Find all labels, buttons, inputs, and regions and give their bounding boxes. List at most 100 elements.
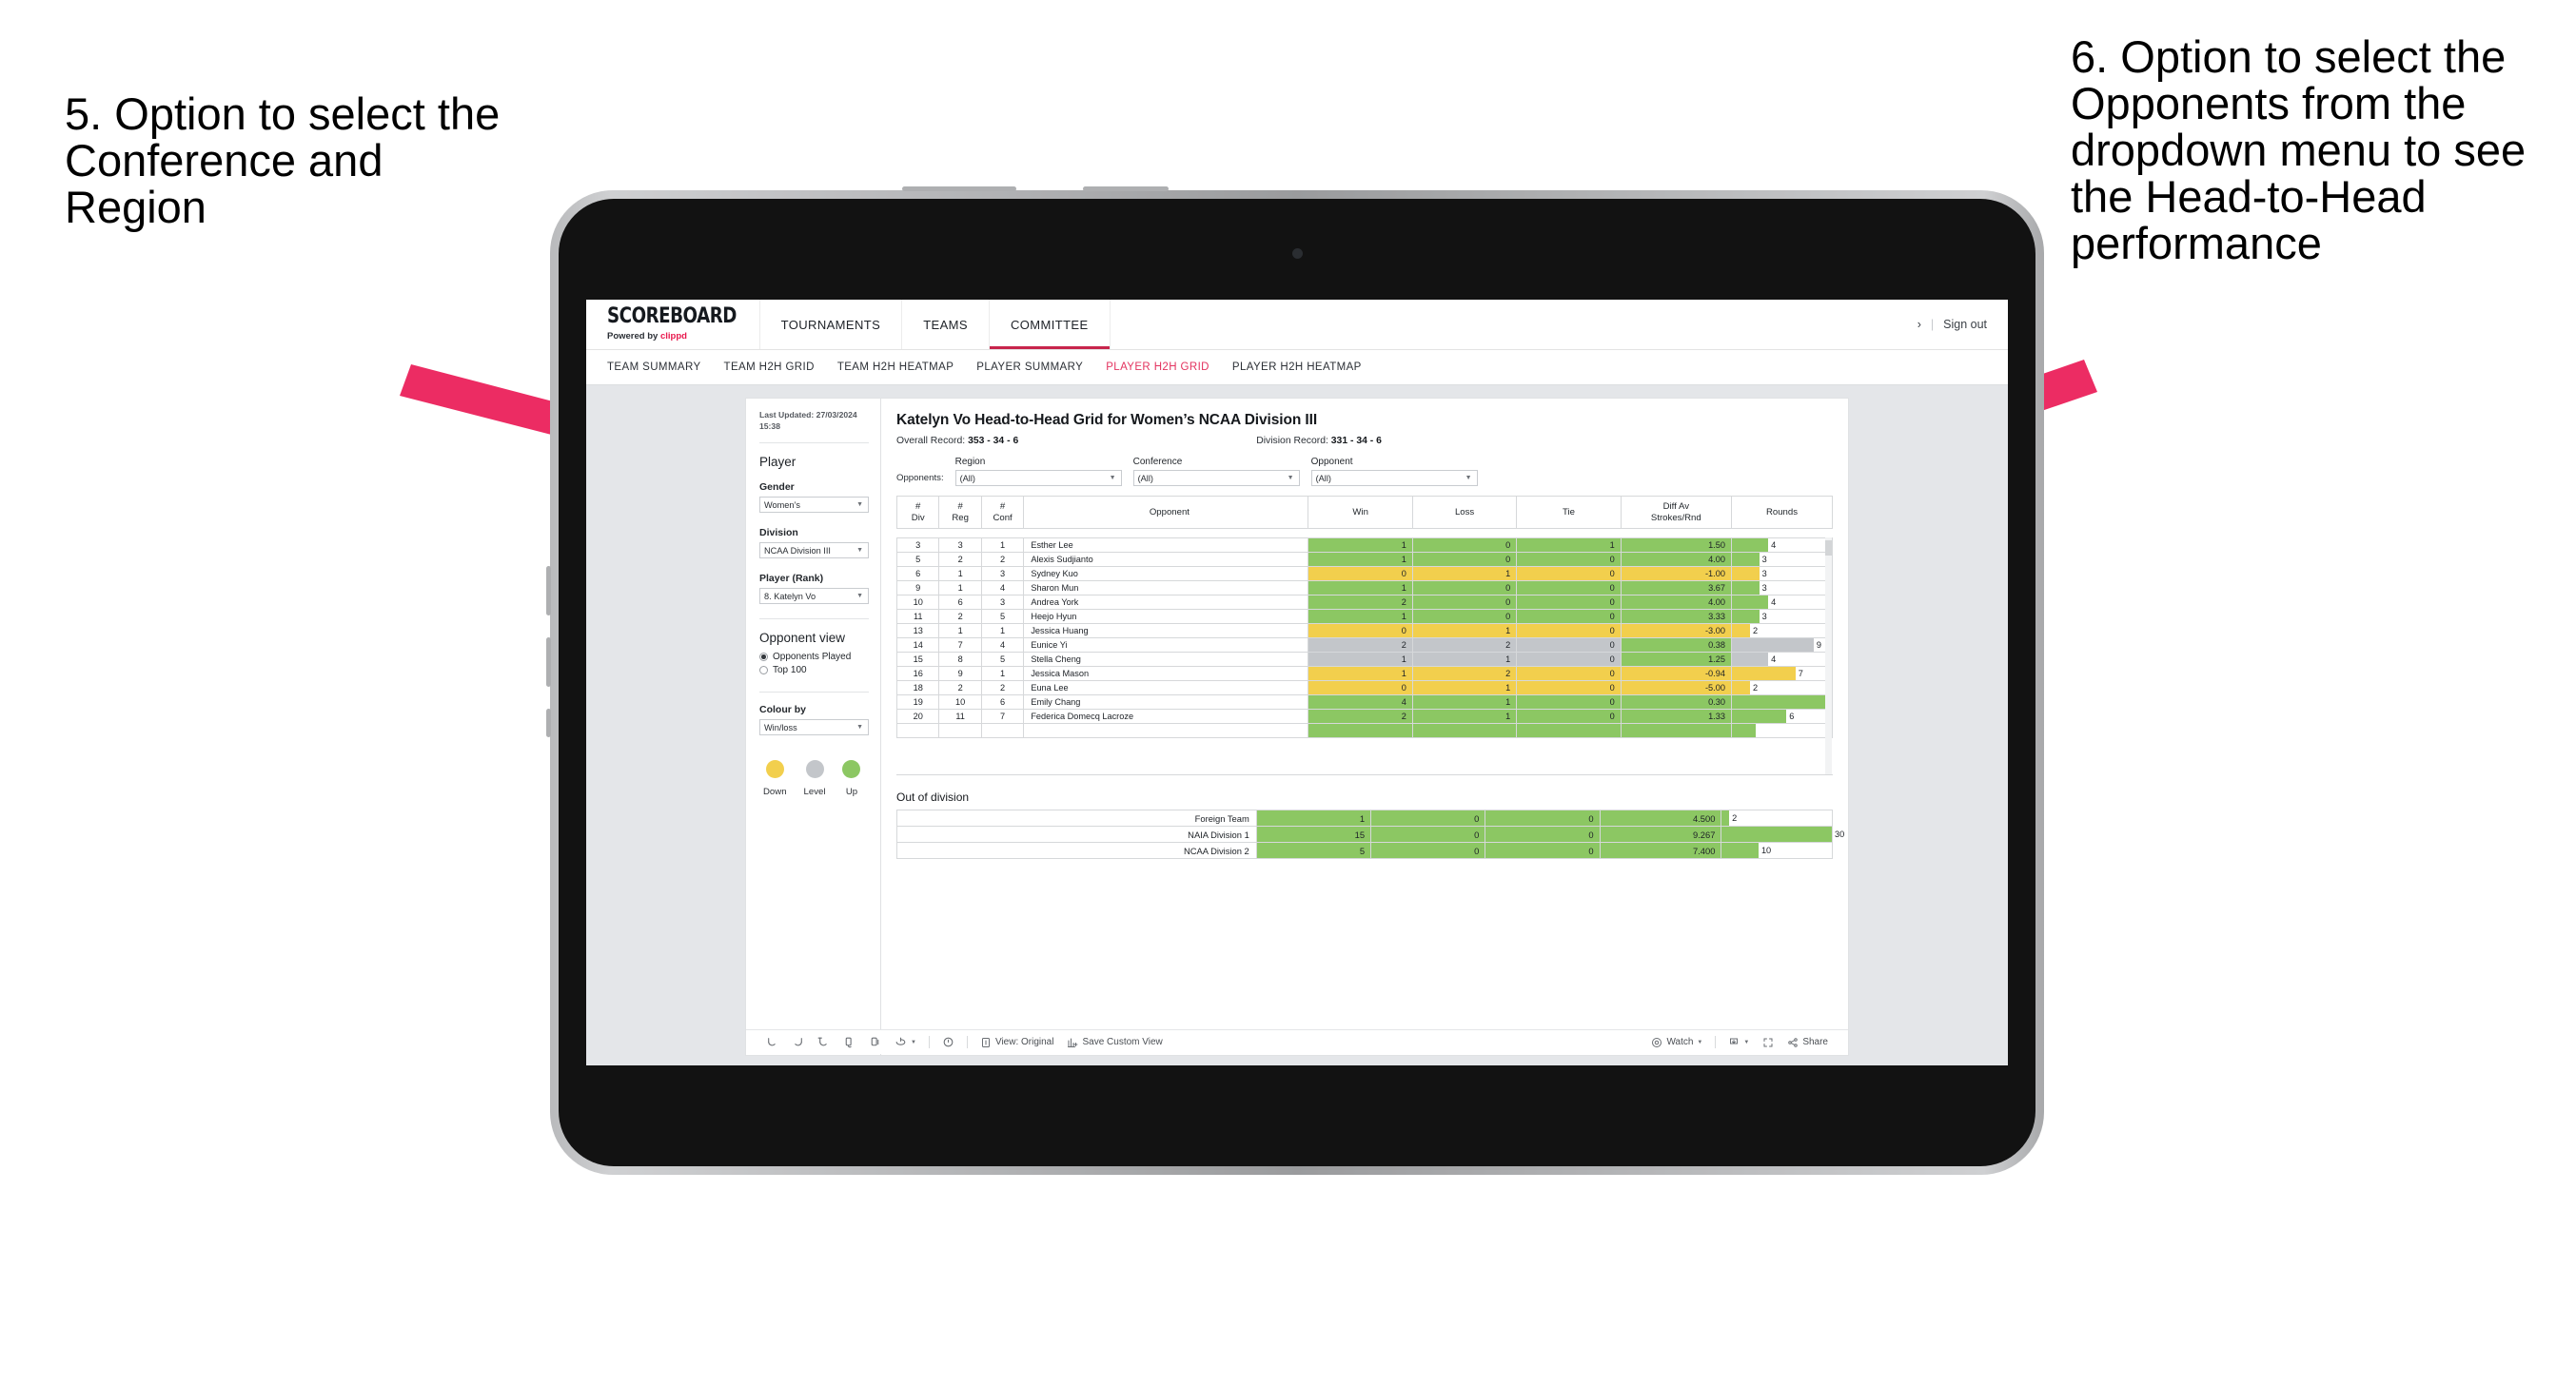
filter-opponent-select[interactable]: (All) ▼ <box>1310 470 1478 486</box>
col-diff[interactable]: Diff Av Strokes/Rnd <box>1620 496 1732 529</box>
tab-player-h2h-heatmap[interactable]: PLAYER H2H HEATMAP <box>1232 361 1385 373</box>
radio-top-100-label: Top 100 <box>773 665 807 676</box>
undo-button[interactable] <box>759 1036 785 1048</box>
gender-select[interactable]: Women’s ▼ <box>759 497 869 514</box>
nav-item-tournaments[interactable]: TOURNAMENTS <box>760 300 903 349</box>
table-row[interactable]: 14 7 4 Eunice Yi 2 2 0 0.38 9 <box>896 637 1833 653</box>
nav-item-teams[interactable]: TEAMS <box>902 300 990 349</box>
cell-opponent: Eunice Yi <box>1023 637 1309 653</box>
player-select[interactable]: 8. Katelyn Vo ▼ <box>759 588 869 605</box>
col-rounds[interactable]: Rounds <box>1730 496 1834 529</box>
app-logo[interactable]: SCOREBOARD Powered by clippd <box>586 300 760 349</box>
col-win[interactable]: Win <box>1308 496 1413 529</box>
cell-diff: 7.400 <box>1599 842 1722 859</box>
player-value: 8. Katelyn Vo <box>764 591 816 601</box>
cell-loss: 0 <box>1370 810 1486 827</box>
table-row-partial[interactable] <box>896 723 1833 738</box>
col-div[interactable]: # Div <box>895 496 940 529</box>
download-button[interactable]: ▼ <box>1721 1037 1756 1048</box>
chevron-down-icon: ▼ <box>856 547 863 555</box>
filter-conference-select[interactable]: (All) ▼ <box>1132 470 1300 486</box>
nav-item-committee[interactable]: COMMITTEE <box>990 300 1111 349</box>
table-row[interactable]: 10 6 3 Andrea York 2 0 0 4.00 4 <box>896 595 1833 610</box>
table-row[interactable]: 11 2 5 Heejo Hyun 1 0 0 3.33 3 <box>896 609 1833 624</box>
col-conf[interactable]: # Conf <box>980 496 1025 529</box>
redo-button[interactable] <box>785 1036 811 1048</box>
pause-updates-button[interactable] <box>862 1036 888 1048</box>
fullscreen-button[interactable] <box>1756 1037 1780 1048</box>
out-of-division-row[interactable]: NCAA Division 2 5 0 0 7.400 10 <box>896 842 1833 859</box>
save-custom-view-button[interactable]: Save Custom View <box>1060 1037 1169 1048</box>
cell-tie: 0 <box>1516 637 1622 653</box>
division-select[interactable]: NCAA Division III ▼ <box>759 542 869 559</box>
out-of-division-row[interactable]: Foreign Team 1 0 0 4.500 2 <box>896 810 1833 827</box>
grid-body-scroll[interactable]: 3 3 1 Esther Lee 1 0 1 1.50 4 5 2 2 Alexis Sudjianto… <box>896 537 1833 775</box>
cell-reg: 1 <box>938 623 982 638</box>
table-row[interactable]: 15 8 5 Stella Cheng 1 1 0 1.25 4 <box>896 652 1833 667</box>
cell-rounds: 4 <box>1730 595 1833 610</box>
cell-opponent: Andrea York <box>1023 595 1309 610</box>
undo-history-dropdown[interactable]: ▼ <box>888 1036 923 1048</box>
vertical-scrollbar-thumb[interactable] <box>1825 540 1832 556</box>
table-row[interactable]: 5 2 2 Alexis Sudjianto 1 0 0 4.00 3 <box>896 552 1833 567</box>
rounds-value: 3 <box>1761 555 1767 564</box>
side-button[interactable] <box>546 709 551 737</box>
control-pane: Last Updated: 27/03/2024 15:38 Player Ge… <box>746 399 881 1055</box>
out-of-division-row[interactable]: NAIA Division 1 15 0 0 9.267 30 <box>896 826 1844 843</box>
col-tie[interactable]: Tie <box>1516 496 1622 529</box>
table-row[interactable]: 18 2 2 Euna Lee 0 1 0 -5.00 2 <box>896 680 1833 695</box>
logo-tagline: Powered by clippd <box>607 332 742 342</box>
cell-diff: 3.33 <box>1620 609 1732 624</box>
rounds-value: 9 <box>1816 640 1822 650</box>
cell-conf: 7 <box>980 709 1025 724</box>
cell-tie: 0 <box>1516 580 1622 595</box>
tab-player-h2h-grid[interactable]: PLAYER H2H GRID <box>1106 361 1232 373</box>
table-row[interactable]: 9 1 4 Sharon Mun 1 0 0 3.67 3 <box>896 580 1833 595</box>
table-row[interactable]: 16 9 1 Jessica Mason 1 2 0 -0.94 7 <box>896 666 1833 681</box>
watch-button[interactable]: Watch ▼ <box>1644 1037 1709 1048</box>
cell-div: 14 <box>896 637 940 653</box>
cell-diff: 3.67 <box>1620 580 1732 595</box>
tab-team-summary[interactable]: TEAM SUMMARY <box>607 361 724 373</box>
volume-down-button[interactable] <box>546 637 551 687</box>
header-divider: | <box>1930 318 1935 331</box>
col-loss[interactable]: Loss <box>1411 496 1518 529</box>
watch-label: Watch <box>1666 1037 1694 1047</box>
division-label: Division <box>759 527 798 539</box>
table-row[interactable]: 19106Emily Chang4100.3011 <box>896 694 1833 710</box>
tab-player-summary[interactable]: PLAYER SUMMARY <box>976 361 1106 373</box>
tab-team-h2h-grid[interactable]: TEAM H2H GRID <box>724 361 837 373</box>
pause-auto-update-button[interactable] <box>935 1036 961 1048</box>
volume-up-button[interactable] <box>546 566 551 615</box>
cell-diff: -0.94 <box>1620 666 1732 681</box>
revert-button[interactable] <box>811 1036 836 1048</box>
refresh-button[interactable] <box>836 1036 862 1048</box>
cell-win: 4 <box>1308 694 1413 710</box>
view-original-button[interactable]: View: Original <box>973 1037 1061 1048</box>
cell-diff <box>1620 723 1732 738</box>
rounds-bar <box>1731 681 1751 694</box>
sign-out-link[interactable]: Sign out <box>1943 318 1987 331</box>
table-row[interactable]: 20 11 7 Federica Domecq Lacroze 2 1 0 1.33 6 <box>896 709 1833 724</box>
table-row[interactable]: 3 3 1 Esther Lee 1 0 1 1.50 4 <box>896 537 1833 553</box>
table-row[interactable]: 6 1 3 Sydney Kuo 0 1 0 -1.00 3 <box>896 566 1833 581</box>
annotation-right: 6. Option to select the Opponents from t… <box>2071 31 2527 268</box>
radio-top-100[interactable]: Top 100 <box>759 665 869 675</box>
col-reg[interactable]: # Reg <box>938 496 982 529</box>
tab-team-h2h-heatmap[interactable]: TEAM H2H HEATMAP <box>837 361 976 373</box>
filter-region-label: Region <box>954 457 986 467</box>
colour-by-select[interactable]: Win/loss ▼ <box>759 719 869 736</box>
toolbar-right-group: Watch ▼ ▼ Share <box>1644 1036 1835 1048</box>
cell-conf: 3 <box>980 566 1025 581</box>
chevron-right-icon[interactable]: › <box>1917 318 1921 331</box>
filter-region-select[interactable]: (All) ▼ <box>954 470 1122 486</box>
table-row[interactable]: 13 1 1 Jessica Huang 0 1 0 -3.00 2 <box>896 623 1833 638</box>
cell-tie: 1 <box>1516 537 1622 553</box>
filter-opponent: Opponent (All) ▼ <box>1310 457 1478 486</box>
vertical-scrollbar-track[interactable] <box>1825 537 1832 774</box>
radio-opponents-played[interactable]: Opponents Played <box>759 652 869 662</box>
col-opponent[interactable]: Opponent <box>1023 496 1309 529</box>
cell-win: 1 <box>1308 552 1413 567</box>
share-button[interactable]: Share <box>1780 1037 1835 1048</box>
chevron-down-icon: ▼ <box>1109 475 1116 481</box>
